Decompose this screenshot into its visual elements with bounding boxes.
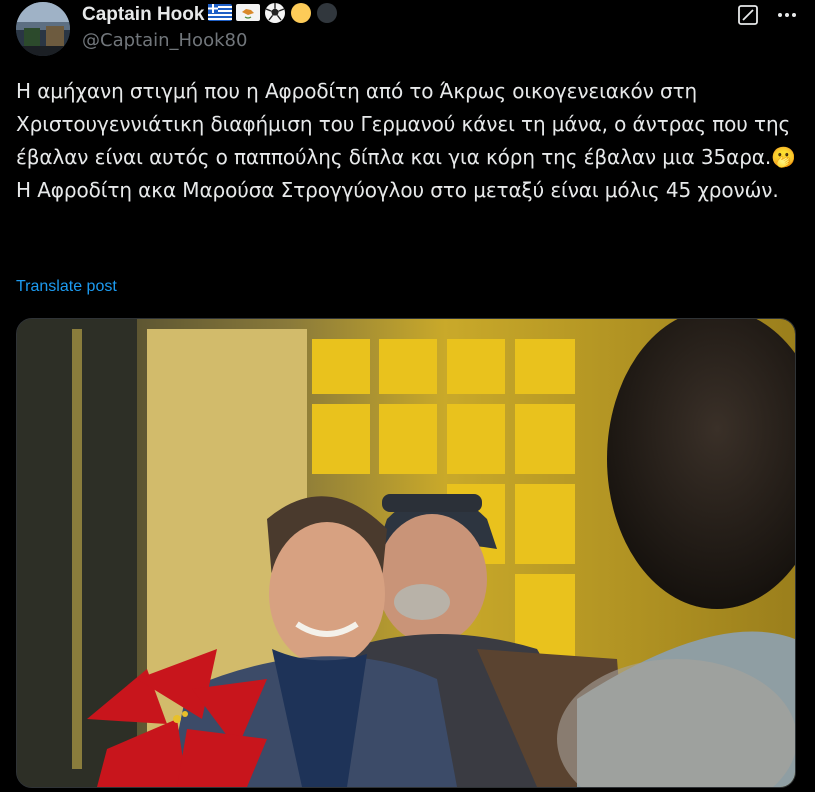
translate-post-link[interactable]: Translate post	[16, 278, 117, 296]
post-text: Η αμήχανη στιγμή που η Αφροδίτη από το Ά…	[16, 75, 796, 207]
post-text-body-2: Η Αφροδίτη ακα Μαρούσα Στρογγύογλου στο …	[16, 178, 779, 202]
post-header: Captain Hook @Captain_Hook80	[16, 0, 799, 60]
flag-cyprus-icon	[236, 4, 261, 26]
avatar[interactable]	[16, 2, 70, 56]
display-name[interactable]: Captain Hook	[82, 4, 204, 26]
post-image[interactable]	[16, 318, 796, 788]
yellow-circle-icon	[290, 2, 312, 29]
dark-circle-icon	[316, 2, 338, 29]
flag-greece-icon	[208, 4, 233, 26]
face-hand-over-mouth-icon: 🫢	[771, 145, 796, 169]
handle[interactable]: @Captain_Hook80	[82, 30, 338, 51]
post-text-body: Η αμήχανη στιγμή που η Αφροδίτη από το Ά…	[16, 79, 797, 169]
soccer-ball-icon	[264, 2, 286, 29]
grok-icon[interactable]	[737, 4, 759, 26]
more-icon[interactable]	[777, 5, 797, 25]
